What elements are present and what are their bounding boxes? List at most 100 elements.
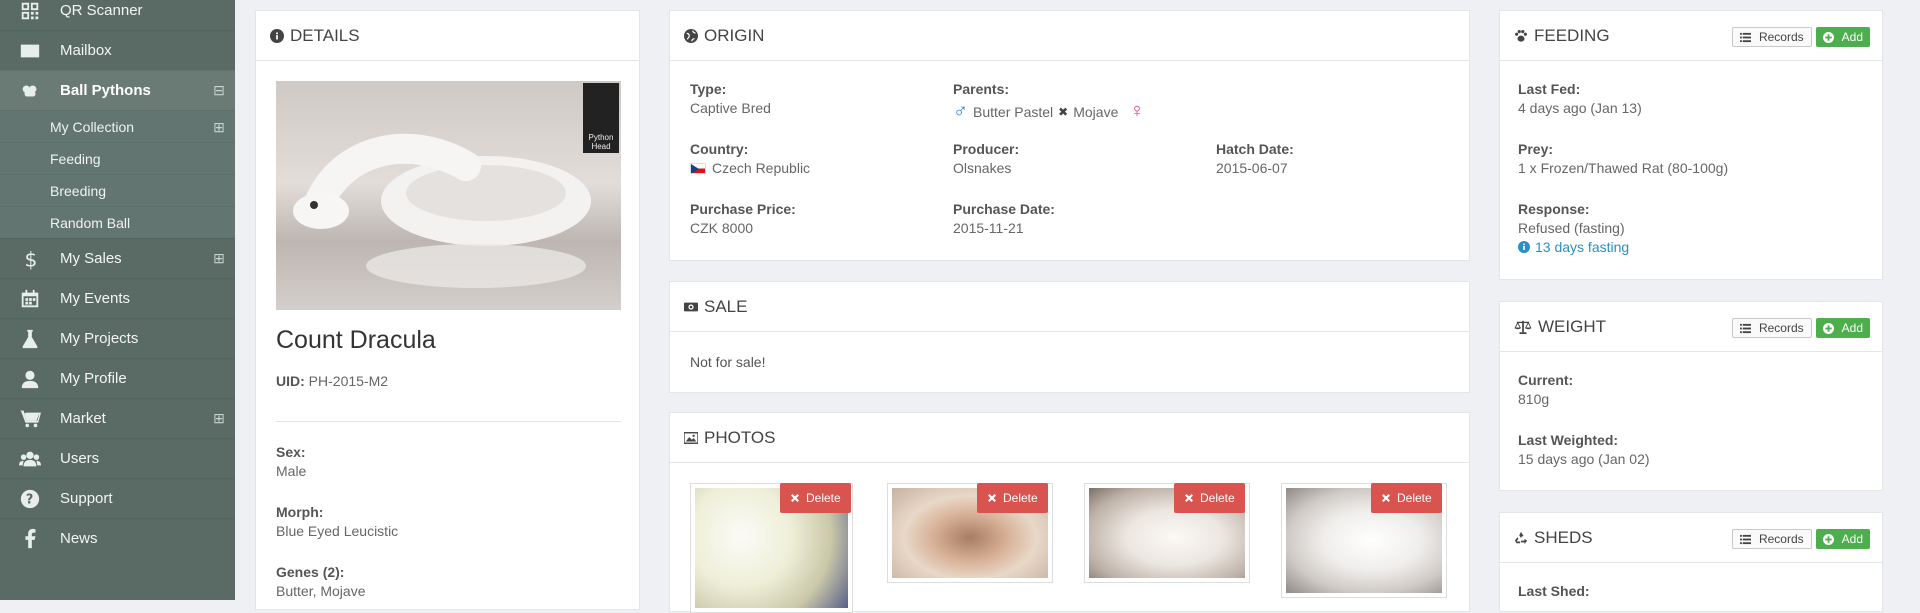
feeding-records-button[interactable]: Records: [1731, 27, 1812, 47]
sidebar-item-mailbox[interactable]: Mailbox: [0, 30, 235, 70]
add-label: Add: [1841, 532, 1863, 546]
sidebar-item-label: My Profile: [60, 370, 127, 387]
envelope-icon: [0, 40, 60, 62]
weight-add-button[interactable]: Add: [1815, 318, 1870, 338]
plus-circle-icon: [1822, 31, 1834, 43]
delete-label: Delete: [1397, 491, 1432, 505]
father-link[interactable]: Butter Pastel: [973, 104, 1053, 120]
details-panel: DETAILS Python Head Count Dracula UID: P…: [255, 10, 640, 610]
globe-icon: [684, 28, 698, 43]
close-icon: [791, 494, 799, 502]
last-fed-field: Last Fed: 4 days ago (Jan 13): [1518, 81, 1642, 116]
list-icon: [1739, 32, 1751, 42]
last-weighted-label: Last Weighted:: [1518, 432, 1619, 448]
sidebar-item-label: News: [60, 530, 98, 547]
delete-photo-button[interactable]: Delete: [780, 483, 851, 513]
sex-label: Sex:: [276, 444, 306, 460]
fasting-label: 13 days fasting: [1535, 239, 1630, 255]
sidebar-item-market[interactable]: Market ⊞: [0, 398, 235, 438]
sidebar-item-label: Ball Pythons: [60, 82, 151, 99]
sidebar-subitem-random-ball[interactable]: Random Ball: [0, 206, 235, 238]
sidebar-item-users[interactable]: Users: [0, 438, 235, 478]
uid-label: UID:: [276, 373, 305, 389]
sheds-actions: Records Add: [1731, 529, 1870, 549]
list-icon: [1739, 323, 1751, 333]
purchase-date-field: Purchase Date: 2015-11-21: [953, 201, 1055, 236]
snake-image: [293, 133, 591, 288]
delete-label: Delete: [1200, 491, 1235, 505]
svg-text:?: ?: [26, 492, 33, 507]
type-field: Type: Captive Bred: [690, 81, 771, 116]
sidebar-item-news[interactable]: News: [0, 518, 235, 558]
sidebar-item-label: My Sales: [60, 250, 122, 267]
records-label: Records: [1758, 321, 1804, 335]
sidebar-item-my-events[interactable]: My Events: [0, 278, 235, 318]
watermark-logo: Python Head: [583, 83, 619, 153]
sidebar-item-my-profile[interactable]: My Profile: [0, 358, 235, 398]
fasting-link[interactable]: 13 days fasting: [1518, 239, 1629, 255]
dollar-icon: $: [0, 248, 60, 270]
sheds-records-button[interactable]: Records: [1731, 529, 1812, 549]
weight-panel: WEIGHT Records Add Current: 810g Last We…: [1499, 301, 1883, 491]
parents-label: Parents:: [953, 81, 1010, 97]
prey-value: 1 x Frozen/Thawed Rat (80-100g): [1518, 160, 1729, 176]
sidebar-item-label: Mailbox: [60, 42, 112, 59]
country-field: Country: Czech Republic: [690, 141, 810, 176]
weight-records-button[interactable]: Records: [1731, 318, 1812, 338]
sidebar-subitem-feeding[interactable]: Feeding: [0, 142, 235, 174]
close-icon: [1382, 494, 1390, 502]
sex-field: Sex: Male: [276, 444, 306, 479]
sidebar: QR Scanner Mailbox Ball Pythons ⊟ My Col…: [0, 0, 235, 600]
sidebar-item-support[interactable]: ? Support: [0, 478, 235, 518]
photos-header: PHOTOS: [670, 413, 1469, 463]
sidebar-subitem-my-collection[interactable]: My Collection ⊞: [0, 110, 235, 142]
sidebar-item-my-sales[interactable]: $ My Sales ⊞: [0, 238, 235, 278]
response-field: Response: Refused (fasting) 13 days fast…: [1518, 201, 1629, 255]
sidebar-item-label: My Projects: [60, 330, 139, 347]
expand-icon[interactable]: ⊞: [213, 251, 225, 265]
expand-icon[interactable]: ⊞: [213, 120, 225, 134]
sidebar-item-qr-scanner[interactable]: QR Scanner: [0, 0, 235, 30]
flask-icon: [0, 328, 60, 350]
snake-main-photo[interactable]: Python Head: [276, 81, 621, 310]
expand-icon[interactable]: ⊞: [213, 411, 225, 425]
sidebar-subitem-breeding[interactable]: Breeding: [0, 174, 235, 206]
delete-photo-button[interactable]: Delete: [1371, 483, 1442, 513]
male-icon: ♂: [953, 100, 968, 122]
genes-label: Genes (2):: [276, 564, 345, 580]
user-icon: [0, 368, 60, 390]
cross-icon: ✖: [1058, 104, 1069, 119]
mother-link[interactable]: Mojave: [1073, 104, 1118, 120]
cart-icon: [0, 408, 60, 430]
sheds-add-button[interactable]: Add: [1815, 529, 1870, 549]
price-label: Purchase Price:: [690, 201, 796, 217]
calendar-icon: [0, 288, 60, 310]
feeding-panel: FEEDING Records Add Last Fed: 4 days ago…: [1499, 10, 1883, 280]
last-shed-label: Last Shed:: [1518, 583, 1590, 599]
recycle-icon: [1514, 531, 1528, 544]
panel-title: PHOTOS: [704, 427, 776, 447]
info-icon: [270, 28, 284, 43]
question-icon: ?: [0, 488, 60, 510]
close-icon: [1185, 494, 1193, 502]
origin-header: ORIGIN: [670, 11, 1469, 61]
details-header: DETAILS: [256, 11, 639, 61]
sidebar-item-label: QR Scanner: [60, 2, 143, 19]
sidebar-item-ball-pythons[interactable]: Ball Pythons ⊟: [0, 70, 235, 110]
sidebar-item-my-projects[interactable]: My Projects: [0, 318, 235, 358]
collapse-icon[interactable]: ⊟: [213, 83, 225, 97]
feeding-add-button[interactable]: Add: [1815, 27, 1870, 47]
delete-photo-button[interactable]: Delete: [977, 483, 1048, 513]
plus-circle-icon: [1822, 322, 1834, 334]
sheds-panel: SHEDS Records Add Last Shed:: [1499, 512, 1883, 612]
delete-photo-button[interactable]: Delete: [1174, 483, 1245, 513]
close-icon: [988, 494, 996, 502]
svg-text:$: $: [25, 248, 38, 270]
records-label: Records: [1758, 532, 1804, 546]
facebook-icon: [0, 528, 60, 550]
parents-value: ♂ Butter Pastel ✖ Mojave ♀: [953, 100, 1144, 123]
divider: [276, 421, 621, 422]
origin-panel: ORIGIN Type: Captive Bred Parents: ♂ But…: [669, 10, 1470, 261]
sale-panel: SALE Not for sale!: [669, 281, 1470, 393]
sidebar-subitem-label: My Collection: [50, 118, 135, 135]
